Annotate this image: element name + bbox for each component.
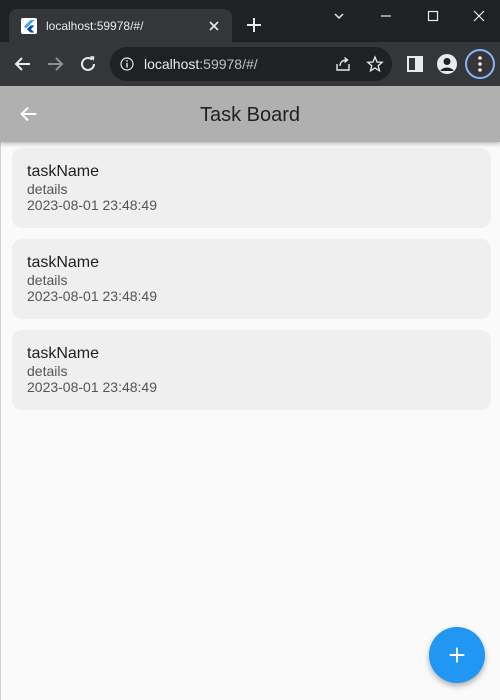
browser-menu-button[interactable]	[465, 49, 495, 79]
browser-tab[interactable]: localhost:59978/#/	[9, 9, 232, 42]
task-list: taskName details 2023-08-01 23:48:49 tas…	[0, 142, 500, 700]
share-icon[interactable]	[334, 55, 352, 73]
reload-icon[interactable]	[77, 53, 99, 75]
task-date: 2023-08-01 23:48:49	[27, 379, 157, 395]
plus-icon	[449, 647, 465, 663]
back-arrow-icon[interactable]	[12, 53, 34, 75]
tab-search-chevron-icon[interactable]	[327, 4, 351, 28]
task-name: taskName	[27, 254, 100, 271]
url-host: localhost	[144, 56, 200, 72]
url-text: localhost:59978/#/	[144, 56, 258, 72]
browser-tabstrip: localhost:59978/#/	[0, 0, 500, 42]
minimize-icon[interactable]	[374, 4, 398, 28]
address-bar[interactable]: localhost:59978/#/	[110, 47, 392, 81]
task-card[interactable]: taskName details 2023-08-01 23:48:49	[12, 239, 491, 319]
task-name: taskName	[27, 163, 100, 180]
forward-arrow-icon[interactable]	[44, 53, 66, 75]
page-title: Task Board	[199, 104, 301, 126]
task-card[interactable]: taskName details 2023-08-01 23:48:49	[12, 148, 491, 228]
window-close-icon[interactable]	[467, 4, 491, 28]
tab-title: localhost:59978/#/	[46, 19, 144, 33]
task-name: taskName	[27, 345, 100, 362]
task-date: 2023-08-01 23:48:49	[27, 288, 157, 304]
url-rest: :59978/#/	[199, 56, 258, 72]
more-vert-icon	[478, 56, 482, 72]
profile-avatar-icon[interactable]	[437, 54, 457, 74]
close-tab-icon[interactable]	[206, 18, 222, 34]
side-panel-icon[interactable]	[404, 53, 426, 75]
app-bar: Task Board	[0, 86, 500, 142]
task-details: details	[27, 272, 68, 288]
maximize-icon[interactable]	[421, 4, 445, 28]
task-date: 2023-08-01 23:48:49	[27, 197, 157, 213]
task-details: details	[27, 181, 68, 197]
flutter-favicon-icon	[21, 18, 37, 34]
add-task-button[interactable]	[429, 627, 485, 683]
task-details: details	[27, 363, 68, 379]
task-card[interactable]: taskName details 2023-08-01 23:48:49	[12, 330, 491, 410]
new-tab-icon[interactable]	[244, 15, 264, 35]
bookmark-star-icon[interactable]	[366, 55, 384, 73]
browser-toolbar: localhost:59978/#/	[0, 42, 500, 86]
site-info-icon[interactable]	[120, 57, 134, 71]
